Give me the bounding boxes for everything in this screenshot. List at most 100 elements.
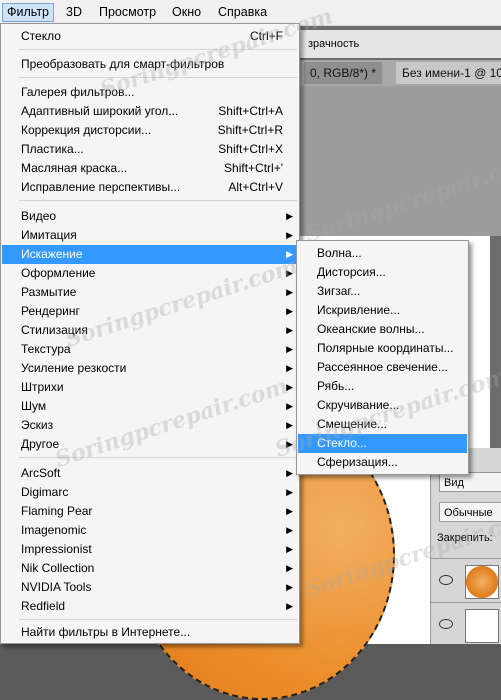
document-tabbar: 0, RGB/8*) * Без имени-1 @ 10 bbox=[300, 60, 501, 86]
menu-item-redfield[interactable]: Redfield ▶ bbox=[2, 597, 298, 616]
submenu-item-ripple[interactable]: Рябь... bbox=[298, 377, 467, 396]
menu-item-browse-filters-online[interactable]: Найти фильтры в Интернете... bbox=[2, 623, 298, 642]
menu-item-noise[interactable]: Шум ▶ bbox=[2, 397, 298, 416]
submenu-arrow-icon: ▶ bbox=[286, 382, 293, 392]
menu-item-stylize[interactable]: Стилизация ▶ bbox=[2, 321, 298, 340]
menu-item-label: Digimarc bbox=[21, 485, 69, 499]
menu-item-liquify[interactable]: Пластика... Shift+Ctrl+X bbox=[2, 140, 298, 159]
submenu-arrow-icon: ▶ bbox=[286, 601, 293, 611]
submenu-item-label: Стекло... bbox=[317, 436, 367, 450]
submenu-item-label: Зигзаг... bbox=[317, 284, 361, 298]
menu-item-label: Impressionist bbox=[21, 542, 92, 556]
menu-item-label: Усиление резкости bbox=[21, 361, 127, 375]
menu-separator bbox=[19, 200, 297, 201]
menu-item-label: Преобразовать для смарт-фильтров bbox=[21, 57, 225, 71]
menu-item-flaming-pear[interactable]: Flaming Pear ▶ bbox=[2, 502, 298, 521]
submenu-arrow-icon: ▶ bbox=[286, 506, 293, 516]
menu-item-label: Imagenomic bbox=[21, 523, 87, 537]
menu-item-label: Искажение bbox=[21, 247, 83, 261]
menu-item-label: Галерея фильтров... bbox=[21, 85, 135, 99]
menu-item-digimarc[interactable]: Digimarc ▶ bbox=[2, 483, 298, 502]
lock-label: Закрепить: bbox=[437, 532, 493, 544]
menu-view[interactable]: Просмотр bbox=[95, 4, 160, 21]
menu-item-sketch[interactable]: Эскиз ▶ bbox=[2, 416, 298, 435]
menu-item-artistic[interactable]: Имитация ▶ bbox=[2, 226, 298, 245]
layer-row-circle[interactable] bbox=[431, 558, 501, 603]
menu-item-label: Оформление bbox=[21, 266, 96, 280]
submenu-arrow-icon: ▶ bbox=[286, 287, 293, 297]
menu-item-distort[interactable]: Искажение ▶ bbox=[2, 245, 298, 264]
submenu-item-label: Искривление... bbox=[317, 303, 401, 317]
menu-item-label: NVIDIA Tools bbox=[21, 580, 92, 594]
layers-panel: Вид Обычные Закрепить: bbox=[430, 448, 501, 644]
menu-item-last-filter[interactable]: Стекло Ctrl+F bbox=[2, 27, 298, 46]
submenu-item-displace[interactable]: Смещение... bbox=[298, 415, 467, 434]
submenu-arrow-icon: ▶ bbox=[286, 306, 293, 316]
menu-item-nvidia-tools[interactable]: NVIDIA Tools ▶ bbox=[2, 578, 298, 597]
menu-item-impressionist[interactable]: Impressionist ▶ bbox=[2, 540, 298, 559]
menu-item-filter-gallery[interactable]: Галерея фильтров... bbox=[2, 83, 298, 102]
document-tab-2[interactable]: Без имени-1 @ 10 bbox=[396, 62, 501, 84]
blend-mode-select[interactable]: Обычные bbox=[439, 502, 501, 522]
submenu-item-label: Смещение... bbox=[317, 417, 388, 431]
submenu-item-distortion[interactable]: Дисторсия... bbox=[298, 263, 467, 282]
menu-separator bbox=[19, 77, 297, 78]
submenu-item-twirl[interactable]: Скручивание... bbox=[298, 396, 467, 415]
menu-window[interactable]: Окно bbox=[168, 4, 205, 21]
menu-item-imagenomic[interactable]: Imagenomic ▶ bbox=[2, 521, 298, 540]
menu-item-smart-filters[interactable]: Преобразовать для смарт-фильтров bbox=[2, 55, 298, 74]
menu-item-label: Исправление перспективы... bbox=[21, 180, 181, 194]
menu-item-stylize-render[interactable]: Оформление ▶ bbox=[2, 264, 298, 283]
menu-item-sharpen[interactable]: Усиление резкости ▶ bbox=[2, 359, 298, 378]
menu-item-oil-paint[interactable]: Масляная краска... Shift+Ctrl+' bbox=[2, 159, 298, 178]
menu-help[interactable]: Справка bbox=[214, 4, 271, 21]
menu-item-render[interactable]: Рендеринг ▶ bbox=[2, 302, 298, 321]
submenu-arrow-icon: ▶ bbox=[286, 582, 293, 592]
layer-filter-kind[interactable]: Вид bbox=[439, 472, 501, 492]
menu-separator bbox=[19, 619, 297, 620]
submenu-item-diffuse-glow[interactable]: Рассеянное свечение... bbox=[298, 358, 467, 377]
menu-item-arcsoft[interactable]: ArcSoft ▶ bbox=[2, 464, 298, 483]
eye-icon[interactable] bbox=[439, 575, 453, 585]
submenu-item-label: Скручивание... bbox=[317, 398, 400, 412]
menu-item-video[interactable]: Видео ▶ bbox=[2, 207, 298, 226]
shortcut-label: Shift+Ctrl+R bbox=[217, 123, 283, 137]
menu-item-brush-strokes[interactable]: Штрихи ▶ bbox=[2, 378, 298, 397]
submenu-item-label: Рассеянное свечение... bbox=[317, 360, 448, 374]
menu-item-label: Коррекция дисторсии... bbox=[21, 123, 152, 137]
submenu-arrow-icon: ▶ bbox=[286, 525, 293, 535]
submenu-item-wave[interactable]: Волна... bbox=[298, 244, 467, 263]
submenu-item-label: Сферизация... bbox=[317, 455, 398, 469]
submenu-item-polar-coordinates[interactable]: Полярные координаты... bbox=[298, 339, 467, 358]
menu-item-label: Nik Collection bbox=[21, 561, 95, 575]
menu-filter[interactable]: Фильтр bbox=[2, 3, 54, 22]
menu-item-label: Размытие bbox=[21, 285, 77, 299]
menu-item-other[interactable]: Другое ▶ bbox=[2, 435, 298, 454]
menu-item-nik-collection[interactable]: Nik Collection ▶ bbox=[2, 559, 298, 578]
submenu-item-zigzag[interactable]: Зигзаг... bbox=[298, 282, 467, 301]
document-tab-1[interactable]: 0, RGB/8*) * bbox=[304, 62, 383, 84]
submenu-arrow-icon: ▶ bbox=[286, 249, 293, 259]
menu-item-label: Flaming Pear bbox=[21, 504, 93, 518]
menu-separator bbox=[19, 49, 297, 50]
eye-icon[interactable] bbox=[439, 619, 453, 629]
menu-item-vanishing-point[interactable]: Исправление перспективы... Alt+Ctrl+V bbox=[2, 178, 298, 197]
options-bar: зрачность bbox=[300, 30, 501, 58]
menu-item-lens-correction[interactable]: Коррекция дисторсии... Shift+Ctrl+R bbox=[2, 121, 298, 140]
menu-item-label: Адаптивный широкий угол... bbox=[21, 104, 179, 118]
submenu-item-shear[interactable]: Искривление... bbox=[298, 301, 467, 320]
menu-item-label: Стилизация bbox=[21, 323, 88, 337]
layer-row-background[interactable] bbox=[431, 602, 501, 647]
menu-3d[interactable]: 3D bbox=[62, 4, 86, 21]
submenu-arrow-icon: ▶ bbox=[286, 439, 293, 449]
submenu-arrow-icon: ▶ bbox=[286, 325, 293, 335]
menu-item-adaptive-wide-angle[interactable]: Адаптивный широкий угол... Shift+Ctrl+A bbox=[2, 102, 298, 121]
submenu-item-glass[interactable]: Стекло... bbox=[298, 434, 467, 453]
menu-item-texture[interactable]: Текстура ▶ bbox=[2, 340, 298, 359]
menu-item-blur[interactable]: Размытие ▶ bbox=[2, 283, 298, 302]
submenu-arrow-icon: ▶ bbox=[286, 211, 293, 221]
opacity-label: зрачность bbox=[308, 38, 360, 50]
submenu-item-ocean-ripple[interactable]: Океанские волны... bbox=[298, 320, 467, 339]
submenu-item-spherize[interactable]: Сферизация... bbox=[298, 453, 467, 472]
submenu-item-label: Полярные координаты... bbox=[317, 341, 454, 355]
